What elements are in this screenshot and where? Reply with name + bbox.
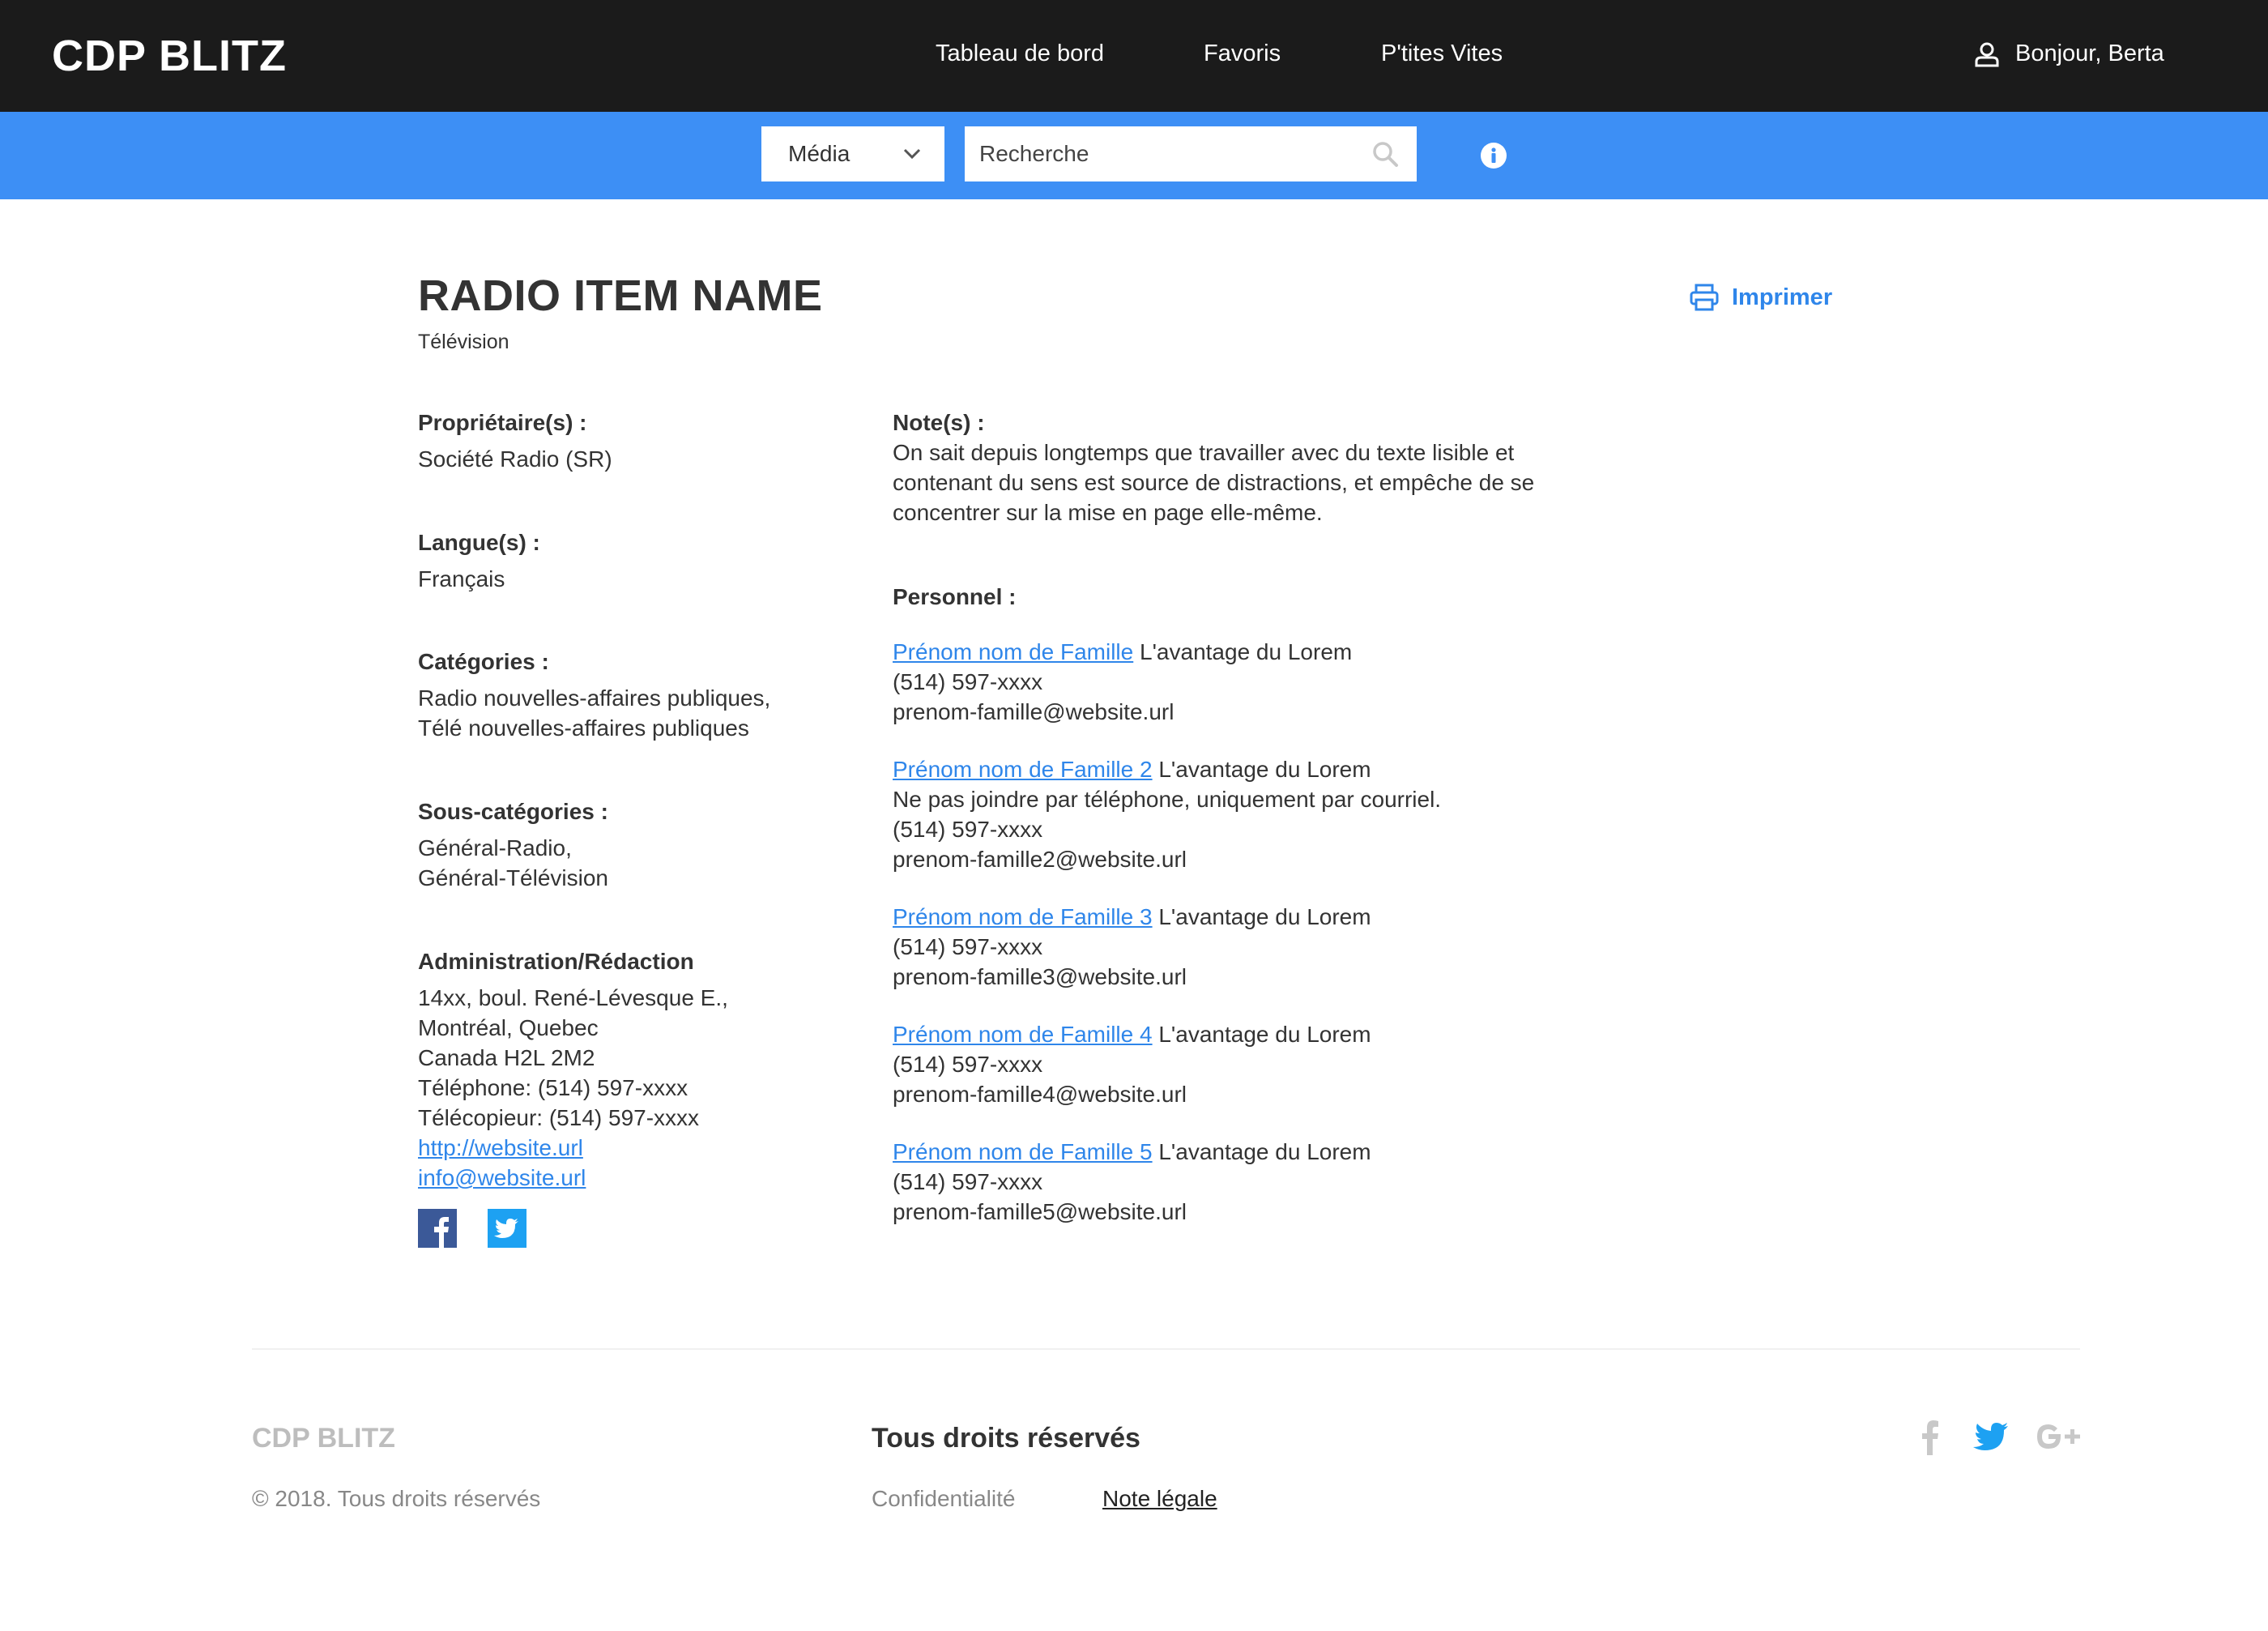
footer-brand[interactable]: CDP BLITZ — [252, 1423, 395, 1454]
person-phone: (514) 597-xxxx — [893, 817, 1043, 842]
person-entry-1: Prénom nom de Famille L'avantage du Lore… — [893, 637, 1352, 727]
footer-twitter-icon[interactable] — [1973, 1423, 2009, 1452]
person-entry-2: Prénom nom de Famille 2 L'avantage du Lo… — [893, 754, 1441, 874]
person-entry-3: Prénom nom de Famille 3 L'avantage du Lo… — [893, 902, 1371, 992]
user-greeting: Bonjour, Berta — [2015, 41, 2164, 66]
person-role: L'avantage du Lorem — [1158, 1139, 1371, 1164]
notes-text: On sait depuis longtemps que travailler … — [893, 438, 1534, 527]
media-type-value: Média — [788, 141, 850, 166]
person-note: Ne pas joindre par téléphone, uniquement… — [893, 787, 1442, 812]
page-title: RADIO ITEM NAME — [418, 271, 823, 320]
categories-label: Catégories : — [418, 649, 549, 674]
address-line: Montréal, Quebec — [418, 1015, 599, 1040]
user-icon — [1975, 42, 1999, 66]
user-menu[interactable]: Bonjour, Berta — [1975, 41, 2164, 67]
personnel-label: Personnel : — [893, 584, 1017, 609]
person-email: prenom-famille2@website.url — [893, 847, 1187, 872]
top-navigation-bar: CDP BLITZ Tableau de bord Favoris P'tite… — [0, 0, 2268, 112]
person-entry-4: Prénom nom de Famille 4 L'avantage du Lo… — [893, 1019, 1371, 1109]
person-email: prenom-famille@website.url — [893, 699, 1174, 724]
address-line: Canada H2L 2M2 — [418, 1045, 595, 1070]
email-link[interactable]: info@website.url — [418, 1165, 586, 1190]
person-phone: (514) 597-xxxx — [893, 669, 1043, 694]
person-phone: (514) 597-xxxx — [893, 1052, 1043, 1077]
person-phone: (514) 597-xxxx — [893, 1169, 1043, 1194]
footer-google-plus-icon[interactable] — [2035, 1423, 2082, 1450]
search-field — [965, 126, 1417, 181]
subcategories-value: Général-Radio, Général-Télévision — [418, 833, 608, 893]
notes-label: Note(s) : — [893, 410, 985, 435]
footer-facebook-icon[interactable] — [1921, 1420, 1940, 1455]
media-type-select[interactable]: Média — [761, 126, 944, 181]
person-name-link[interactable]: Prénom nom de Famille 5 — [893, 1139, 1153, 1164]
footer-divider — [252, 1348, 2080, 1350]
owners-label: Propriétaire(s) : — [418, 410, 587, 435]
brand-logo[interactable]: CDP BLITZ — [52, 31, 287, 81]
person-role: L'avantage du Lorem — [1158, 904, 1371, 929]
subcategory-line: Général-Télévision — [418, 865, 608, 890]
search-bar: Média — [0, 112, 2268, 199]
footer-title: Tous droits réservés — [872, 1423, 1140, 1454]
printer-icon — [1690, 284, 1719, 311]
twitter-icon[interactable] — [488, 1209, 526, 1248]
person-email: prenom-famille3@website.url — [893, 964, 1187, 989]
search-icon[interactable] — [1371, 140, 1399, 168]
footer-copyright: © 2018. Tous droits réservés — [252, 1486, 541, 1511]
notes-line: contenant du sens est source de distract… — [893, 470, 1535, 495]
notes-line: On sait depuis longtemps que travailler … — [893, 440, 1515, 465]
category-line: Télé nouvelles-affaires publiques — [418, 715, 749, 741]
nav-link-favorites[interactable]: Favoris — [1204, 41, 1281, 67]
person-email: prenom-famille5@website.url — [893, 1199, 1187, 1224]
print-label: Imprimer — [1732, 284, 1833, 310]
nav-link-dashboard[interactable]: Tableau de bord — [936, 41, 1104, 67]
facebook-icon[interactable] — [418, 1209, 457, 1248]
subcategories-label: Sous-catégories : — [418, 799, 608, 824]
print-button[interactable]: Imprimer — [1690, 284, 1832, 311]
page-subtitle: Télévision — [418, 331, 509, 353]
person-entry-5: Prénom nom de Famille 5 L'avantage du Lo… — [893, 1137, 1371, 1227]
search-input[interactable] — [979, 141, 1360, 167]
person-phone: (514) 597-xxxx — [893, 934, 1043, 959]
languages-label: Langue(s) : — [418, 530, 540, 555]
person-name-link[interactable]: Prénom nom de Famille 2 — [893, 757, 1153, 782]
website-link[interactable]: http://website.url — [418, 1135, 583, 1160]
person-role: L'avantage du Lorem — [1158, 1022, 1371, 1047]
person-role: L'avantage du Lorem — [1158, 757, 1371, 782]
fax-line: Télécopieur: (514) 597-xxxx — [418, 1105, 700, 1130]
languages-value: Français — [418, 566, 505, 591]
nav-link-quick-news[interactable]: P'tites Vites — [1381, 41, 1503, 67]
categories-value: Radio nouvelles-affaires publiques, Télé… — [418, 683, 770, 743]
phone-line: Téléphone: (514) 597-xxxx — [418, 1075, 688, 1100]
person-role: L'avantage du Lorem — [1140, 639, 1353, 664]
admin-address: 14xx, boul. René-Lévesque E., Montréal, … — [418, 983, 728, 1193]
address-line: 14xx, boul. René-Lévesque E., — [418, 985, 728, 1010]
admin-label: Administration/Rédaction — [418, 949, 694, 974]
chevron-down-icon — [903, 148, 921, 160]
subcategory-line: Général-Radio, — [418, 835, 572, 860]
legal-notice-link[interactable]: Note légale — [1102, 1486, 1217, 1512]
owners-value: Société Radio (SR) — [418, 446, 612, 472]
privacy-link[interactable]: Confidentialité — [872, 1486, 1015, 1512]
person-name-link[interactable]: Prénom nom de Famille — [893, 639, 1133, 664]
category-line: Radio nouvelles-affaires publiques, — [418, 685, 771, 711]
person-name-link[interactable]: Prénom nom de Famille 4 — [893, 1022, 1153, 1047]
person-email: prenom-famille4@website.url — [893, 1082, 1187, 1107]
person-name-link[interactable]: Prénom nom de Famille 3 — [893, 904, 1153, 929]
info-icon[interactable] — [1481, 143, 1507, 169]
notes-line: concentrer sur la mise en page elle-même… — [893, 500, 1323, 525]
